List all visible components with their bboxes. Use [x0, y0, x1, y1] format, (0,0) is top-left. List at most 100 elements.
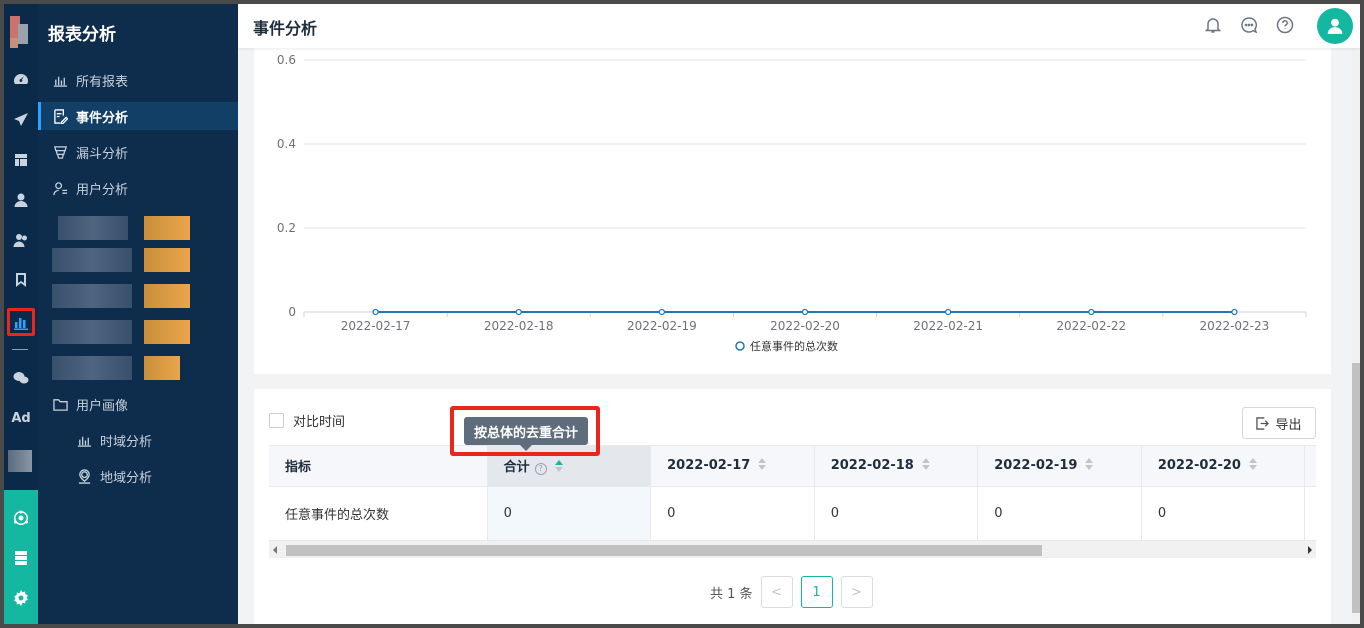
- column-header-date[interactable]: 2022-02-20: [1141, 446, 1306, 487]
- ad-icon[interactable]: Ad: [9, 406, 33, 430]
- data-point: [1088, 308, 1095, 316]
- column-header-date[interactable]: 2022-02-19: [977, 446, 1142, 487]
- checkbox-box[interactable]: [269, 413, 284, 428]
- redacted-menu-item: [52, 248, 212, 272]
- help-icon[interactable]: [1276, 16, 1296, 36]
- avatar[interactable]: [1317, 8, 1353, 44]
- sidebar-item-geo-analysis[interactable]: 地域分析: [38, 462, 238, 490]
- app-logo: [10, 16, 28, 52]
- app-window: Ad 报表分析 所有报表 事件分析 漏斗分析 用户分析 用户画像 时域分析 地域…: [4, 4, 1360, 624]
- chart-card: 0 0.2 0.4 0.6 2022-02-17 2022-02-18 2022-02-19…: [254, 48, 1331, 374]
- table-cell: 0: [650, 486, 815, 541]
- export-label: 导出: [1275, 417, 1302, 433]
- edit-document-icon: [52, 108, 68, 124]
- table-header-row: 指标 合计? 2022-02-17 2022-02-18 2022-02-19 …: [269, 446, 1316, 487]
- chat-icon[interactable]: [1240, 16, 1260, 36]
- bell-icon[interactable]: [1204, 16, 1224, 36]
- sort-icon[interactable]: [758, 458, 767, 471]
- rail-bottom-section: [4, 490, 38, 624]
- data-point: [658, 308, 665, 316]
- sidebar-item-user-portrait[interactable]: 用户画像: [38, 390, 238, 418]
- table-cell: 0: [1141, 486, 1306, 541]
- sidebar-title: 报表分析: [48, 25, 116, 45]
- sidebar-item-user-analysis[interactable]: 用户分析: [38, 174, 238, 202]
- x-tick-label: 2022-02-21: [913, 319, 983, 333]
- line-chart: 0 0.2 0.4 0.6 2022-02-17 2022-02-18 2022-02-19…: [277, 53, 1307, 353]
- redacted-icon: [8, 450, 32, 472]
- y-tick-label: 0.4: [277, 137, 296, 151]
- vertical-scrollbar[interactable]: [1352, 48, 1360, 624]
- horizontal-scrollbar[interactable]: [269, 541, 1316, 558]
- data-point: [801, 308, 809, 316]
- report-chart-icon[interactable]: [7, 308, 35, 336]
- y-tick-label: 0.6: [277, 53, 296, 67]
- column-header-date[interactable]: 2022-02-21: [1304, 446, 1316, 487]
- column-header-date[interactable]: 2022-02-17: [650, 446, 815, 487]
- bookmark-icon[interactable]: [9, 268, 33, 292]
- pagination: 共 1 条 < 1 >: [710, 576, 881, 608]
- sort-icon[interactable]: [921, 458, 930, 471]
- users-group-icon[interactable]: [9, 228, 33, 252]
- icon-rail: Ad: [4, 4, 38, 624]
- sort-icon[interactable]: [554, 460, 563, 473]
- data-point: [515, 308, 522, 316]
- sidebar: 报表分析 所有报表 事件分析 漏斗分析 用户分析 用户画像 时域分析 地域分析: [38, 4, 238, 624]
- redacted-menu-item: [52, 216, 212, 240]
- sidebar-item-label: 事件分析: [76, 110, 129, 126]
- column-header-date[interactable]: 2022-02-18: [814, 446, 979, 487]
- prev-page-button[interactable]: <: [760, 576, 793, 608]
- redacted-menu-item: [52, 320, 212, 344]
- table-cell: 0: [1304, 486, 1316, 541]
- data-table-wrapper: 指标 合计? 2022-02-17 2022-02-18 2022-02-19 …: [269, 445, 1316, 541]
- top-header: 事件分析: [238, 4, 1360, 48]
- user-list-icon: [52, 180, 68, 196]
- user-icon[interactable]: [9, 188, 33, 212]
- next-page-button[interactable]: >: [840, 576, 873, 608]
- sidebar-item-funnel-analysis[interactable]: 漏斗分析: [38, 138, 238, 166]
- wechat-icon[interactable]: [9, 366, 33, 390]
- sort-icon[interactable]: [1085, 458, 1094, 471]
- page-title: 事件分析: [253, 19, 318, 38]
- data-point: [1231, 308, 1238, 316]
- scrollbar-thumb[interactable]: [286, 545, 1042, 556]
- send-icon[interactable]: [9, 108, 33, 132]
- compare-time-checkbox[interactable]: 对比时间: [269, 411, 345, 430]
- x-tick-label: 2022-02-23: [1200, 319, 1270, 333]
- sort-icon[interactable]: [1248, 458, 1257, 471]
- scroll-right-icon[interactable]: [1308, 546, 1312, 554]
- bar-chart-icon: [76, 432, 92, 448]
- redacted-menu-item: [52, 356, 212, 380]
- rail-divider: [12, 349, 28, 350]
- table-card: 对比时间 按总体的去重合计 导出 指标 合计? 2022-02-17 2022-…: [254, 389, 1331, 624]
- scroll-left-icon[interactable]: [273, 546, 277, 554]
- funnel-icon: [52, 144, 68, 160]
- redacted-menu-item: [52, 284, 212, 308]
- network-icon[interactable]: [9, 506, 33, 530]
- help-circle-icon[interactable]: ?: [534, 463, 547, 476]
- export-icon: [1256, 416, 1270, 430]
- data-point: [945, 308, 952, 316]
- layout-icon[interactable]: [9, 148, 33, 172]
- sidebar-item-label: 地域分析: [100, 470, 153, 486]
- sidebar-item-time-analysis[interactable]: 时域分析: [38, 426, 238, 454]
- export-button[interactable]: 导出: [1242, 407, 1316, 439]
- main-content: 事件分析 0 0.2 0.4 0.6 2022-02-17 2022-02-18 2022-…: [238, 4, 1360, 624]
- legend-label: 任意事件的总次数: [750, 339, 838, 353]
- sidebar-item-label: 时域分析: [100, 434, 153, 450]
- y-tick-label: 0.2: [277, 221, 296, 235]
- y-tick-label: 0: [288, 305, 296, 319]
- total-tooltip: 按总体的去重合计: [464, 417, 588, 451]
- sidebar-item-event-analysis[interactable]: 事件分析: [38, 102, 238, 130]
- sidebar-item-all-reports[interactable]: 所有报表: [38, 66, 238, 94]
- server-icon[interactable]: [9, 546, 33, 570]
- table-cell: 任意事件的总次数: [269, 486, 488, 541]
- sidebar-item-label: 用户分析: [76, 182, 129, 198]
- x-tick-label: 2022-02-22: [1056, 319, 1126, 333]
- dashboard-icon[interactable]: [9, 68, 33, 92]
- page-button-current[interactable]: 1: [800, 576, 833, 608]
- scrollbar-thumb[interactable]: [1352, 363, 1360, 613]
- gear-icon[interactable]: [9, 586, 33, 610]
- x-tick-label: 2022-02-17: [341, 319, 411, 333]
- table-row: 任意事件的总次数 0 0 0 0 0 0: [269, 486, 1316, 541]
- sidebar-item-label: 漏斗分析: [76, 146, 129, 162]
